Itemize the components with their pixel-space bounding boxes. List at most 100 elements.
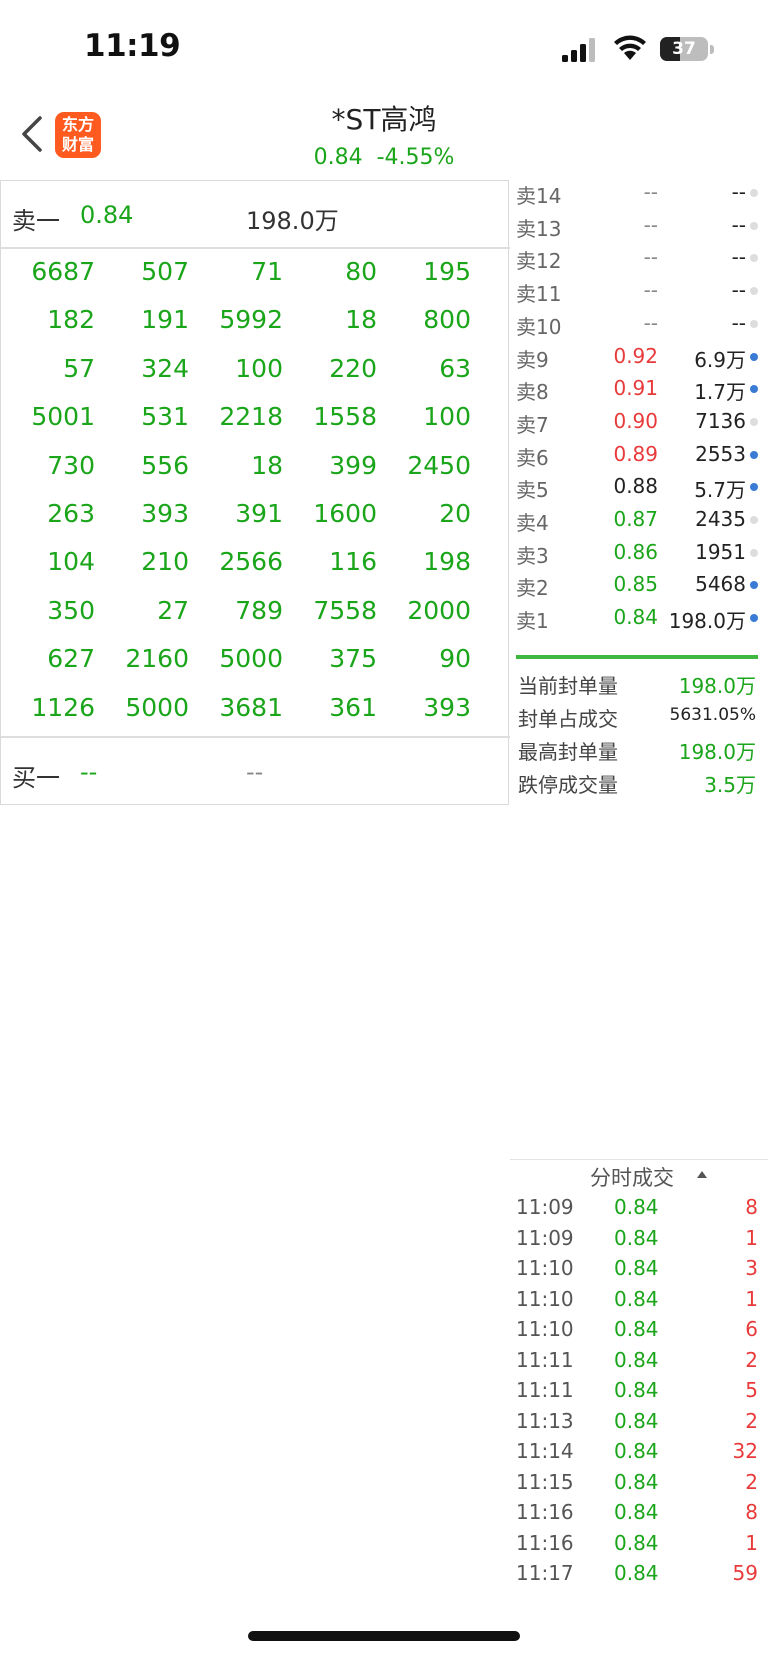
queue-cell: 2000 <box>407 595 471 625</box>
queue-cell: 627 <box>47 644 95 674</box>
queue-cell: 5992 <box>219 305 283 335</box>
book-level-dot <box>750 450 758 459</box>
buy1-row[interactable]: 买一 -- -- <box>1 738 510 806</box>
queue-cell: 63 <box>439 353 471 383</box>
trade-row: 11:14 0.84 32 <box>516 1436 760 1467</box>
stock-price: 0.84 <box>313 145 363 170</box>
sort-caret-icon[interactable] <box>697 1171 707 1178</box>
queue-cell: 556 <box>141 450 189 480</box>
stock-name: *ST高鸿 <box>331 103 437 136</box>
trade-price: 0.84 <box>614 1530 659 1555</box>
trade-price: 0.84 <box>614 1286 659 1311</box>
queue-cell: 361 <box>329 692 377 722</box>
queue-cell: 195 <box>423 257 471 286</box>
queue-cell: 263 <box>47 499 95 528</box>
sell1-price: 0.84 <box>80 201 134 229</box>
book-level-dot <box>750 221 758 230</box>
book-level-volume: 5.7万 <box>694 478 746 503</box>
queue-cell: 5000 <box>219 644 283 674</box>
buy1-volume: -- <box>246 758 264 786</box>
book-level-dot <box>750 516 758 524</box>
queue-cell: 220 <box>329 353 377 383</box>
trade-volume: 8 <box>745 1500 758 1524</box>
book-level-label: 卖8 <box>516 380 549 405</box>
trade-price: 0.84 <box>614 1378 659 1402</box>
order-book-row[interactable]: 卖10 -- -- <box>516 307 760 340</box>
book-level-label: 卖13 <box>516 216 562 241</box>
book-level-volume: 2435 <box>695 507 746 531</box>
trade-price: 0.84 <box>614 1317 659 1341</box>
trade-price: 0.84 <box>614 1439 659 1463</box>
sell1-row[interactable]: 卖一 0.84 198.0万 <box>1 181 510 249</box>
trade-row: 11:09 0.84 1 <box>516 1223 760 1254</box>
order-book-row[interactable]: 卖13 -- -- <box>516 209 760 242</box>
order-book-row[interactable]: 卖1 0.84 198.0万 <box>516 601 760 634</box>
trade-volume: 59 <box>732 1561 758 1585</box>
stat-label: 当前封单量 <box>518 674 618 698</box>
queue-cell: 80 <box>345 257 377 286</box>
queue-cell: 324 <box>141 353 189 383</box>
queue-cell: 531 <box>141 402 189 432</box>
divider <box>1 247 510 249</box>
book-level-label: 卖14 <box>516 184 562 208</box>
order-book-row[interactable]: 卖12 -- -- <box>516 241 760 274</box>
trade-time: 11:09 <box>516 1225 574 1250</box>
order-book-row[interactable]: 卖4 0.87 2435 <box>516 503 760 536</box>
book-level-dot <box>750 352 758 361</box>
trade-price: 0.84 <box>614 1347 659 1372</box>
trade-time: 11:14 <box>516 1439 574 1463</box>
book-level-price: 0.89 <box>613 441 658 466</box>
trade-time: 11:10 <box>516 1256 574 1280</box>
queue-cell: 5000 <box>125 692 189 722</box>
book-level-price: -- <box>643 180 658 204</box>
order-book-row[interactable]: 卖11 -- -- <box>516 274 760 307</box>
home-indicator[interactable] <box>248 1631 520 1641</box>
book-level-dot <box>750 417 758 426</box>
trade-time: 11:15 <box>516 1469 574 1494</box>
battery-icon: 37 <box>660 37 716 63</box>
order-book-row[interactable]: 卖7 0.90 7136 <box>516 405 760 438</box>
queue-cell: 399 <box>329 450 377 480</box>
trade-price: 0.84 <box>614 1256 659 1280</box>
sell1-label: 卖一 <box>12 207 60 235</box>
trades-header[interactable]: 分时成交 <box>590 1162 674 1192</box>
book-level-volume: 7136 <box>695 408 746 433</box>
trade-row: 11:15 0.84 2 <box>516 1467 760 1498</box>
order-book-row[interactable]: 卖2 0.85 5468 <box>516 568 760 601</box>
trade-row: 11:09 0.84 8 <box>516 1192 760 1223</box>
trade-row: 11:11 0.84 2 <box>516 1345 760 1376</box>
trade-volume: 1 <box>745 1286 758 1311</box>
trade-row: 11:13 0.84 2 <box>516 1406 760 1437</box>
trade-row: 11:10 0.84 6 <box>516 1314 760 1345</box>
trade-time: 11:11 <box>516 1347 574 1372</box>
queue-cell: 1600 <box>313 499 377 528</box>
order-book-row[interactable]: 卖9 0.92 6.9万 <box>516 340 760 373</box>
book-level-dot <box>750 319 758 328</box>
queue-cell: 182 <box>47 305 95 335</box>
book-level-label: 卖3 <box>516 543 549 568</box>
trade-price: 0.84 <box>614 1561 659 1585</box>
order-book-row[interactable]: 卖6 0.89 2553 <box>516 438 760 471</box>
book-level-dot <box>750 483 758 492</box>
queue-cell: 393 <box>423 692 471 722</box>
trade-row: 11:10 0.84 3 <box>516 1253 760 1284</box>
seal-stat-row: 当前封单量 198.0万 <box>518 666 758 699</box>
order-book-row[interactable]: 卖5 0.88 5.7万 <box>516 470 760 503</box>
battery-level: 37 <box>672 39 696 59</box>
order-book-row[interactable]: 卖3 0.86 1951 <box>516 536 760 569</box>
queue-cell: 1558 <box>313 402 377 432</box>
order-book-row[interactable]: 卖14 -- -- <box>516 176 760 209</box>
book-level-label: 卖11 <box>516 282 562 307</box>
seal-stat-row: 最高封单量 198.0万 <box>518 732 758 765</box>
book-level-dot <box>750 385 758 394</box>
trade-time: 11:16 <box>516 1530 574 1555</box>
book-level-price: -- <box>643 310 658 335</box>
order-book-separator <box>516 655 758 659</box>
trade-row: 11:16 0.84 1 <box>516 1528 760 1559</box>
book-level-price: 0.85 <box>613 572 658 597</box>
order-book-row[interactable]: 卖8 0.91 1.7万 <box>516 372 760 405</box>
book-level-label: 卖10 <box>516 314 562 339</box>
book-level-volume: -- <box>731 278 746 303</box>
book-level-label: 卖6 <box>516 445 549 470</box>
trade-volume: 6 <box>745 1317 758 1341</box>
